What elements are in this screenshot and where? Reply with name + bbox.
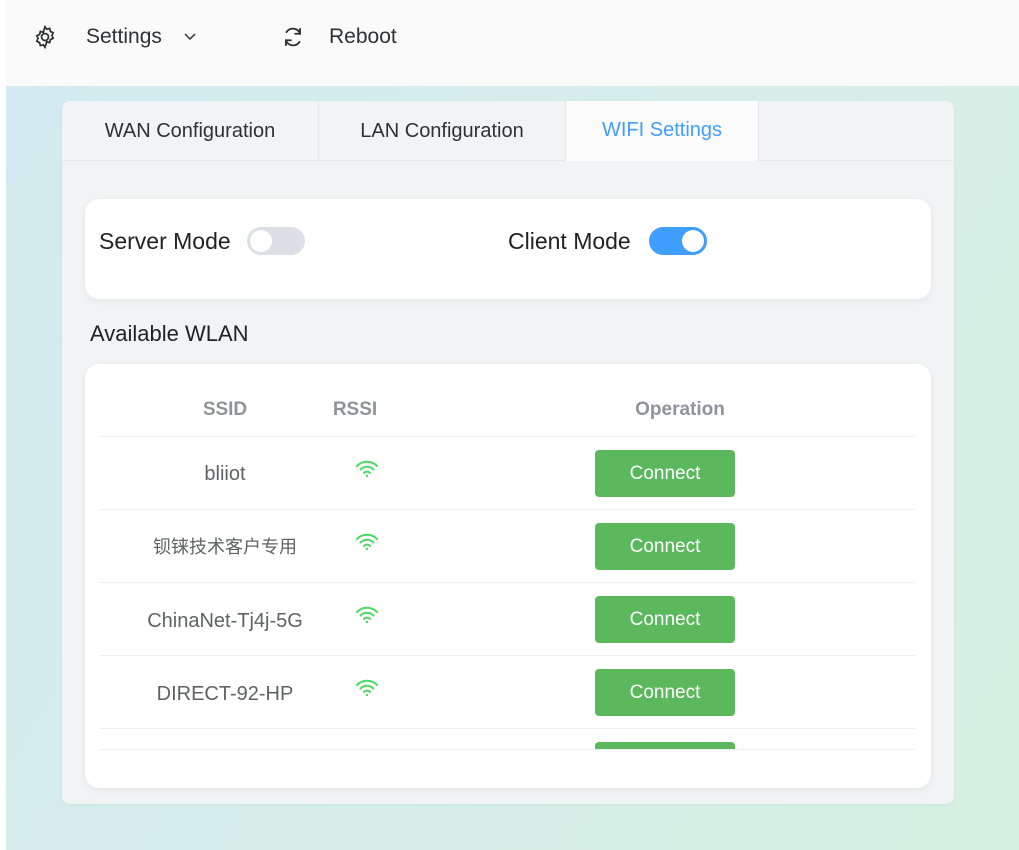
row-divider xyxy=(100,582,915,583)
table-bottom-border xyxy=(100,749,915,750)
toggle-knob xyxy=(682,230,704,252)
server-mode-label: Server Mode xyxy=(99,228,231,254)
reboot-button[interactable]: Reboot xyxy=(329,24,397,50)
server-mode-toggle[interactable] xyxy=(247,227,305,255)
wlan-table: SSID RSSI Operation bliiot Connect 钡铼技术客… xyxy=(100,364,915,750)
client-mode-toggle[interactable] xyxy=(649,227,707,255)
tab-lan-configuration[interactable]: LAN Configuration xyxy=(319,101,566,161)
wlan-table-card: SSID RSSI Operation bliiot Connect 钡铼技术客… xyxy=(85,364,931,788)
ssid-cell: ChinaNet-Tj4j-5G xyxy=(147,610,303,632)
connect-button[interactable]: Connect xyxy=(595,450,735,497)
wifi-signal-icon xyxy=(356,533,378,551)
gear-icon[interactable] xyxy=(32,24,58,50)
tab-wan-configuration[interactable]: WAN Configuration xyxy=(62,101,319,161)
ssid-cell: DIRECT-92-HP xyxy=(156,683,294,705)
connect-button[interactable]: Connect xyxy=(595,596,735,643)
client-mode-label: Client Mode xyxy=(508,228,631,254)
connect-button[interactable]: Connect xyxy=(595,669,735,716)
column-header-ssid: SSID xyxy=(202,399,248,420)
wifi-signal-icon xyxy=(356,606,378,624)
tab-bar: WAN Configuration LAN Configuration WIFI… xyxy=(62,101,954,161)
ssid-cell: bliiot xyxy=(204,463,246,485)
toggle-knob xyxy=(250,230,272,252)
settings-menu[interactable]: Settings xyxy=(86,24,162,50)
column-header-rssi: RSSI xyxy=(332,399,378,420)
ssid-cell: 钡铼技术客户专用 xyxy=(153,537,297,558)
row-divider xyxy=(100,728,915,729)
connect-button[interactable]: Connect xyxy=(595,523,735,570)
mode-card: Server Mode Client Mode xyxy=(85,199,931,299)
available-wlan-title: Available WLAN xyxy=(90,321,249,346)
wifi-signal-icon xyxy=(356,460,378,478)
row-divider xyxy=(100,436,915,437)
chevron-down-icon[interactable] xyxy=(182,30,198,44)
refresh-icon[interactable] xyxy=(280,24,306,50)
wifi-signal-icon xyxy=(356,679,378,697)
column-header-operation: Operation xyxy=(635,399,725,420)
tab-wifi-settings[interactable]: WIFI Settings xyxy=(566,101,759,161)
top-toolbar: Settings Reboot xyxy=(6,0,1019,86)
row-divider xyxy=(100,655,915,656)
row-divider xyxy=(100,509,915,510)
